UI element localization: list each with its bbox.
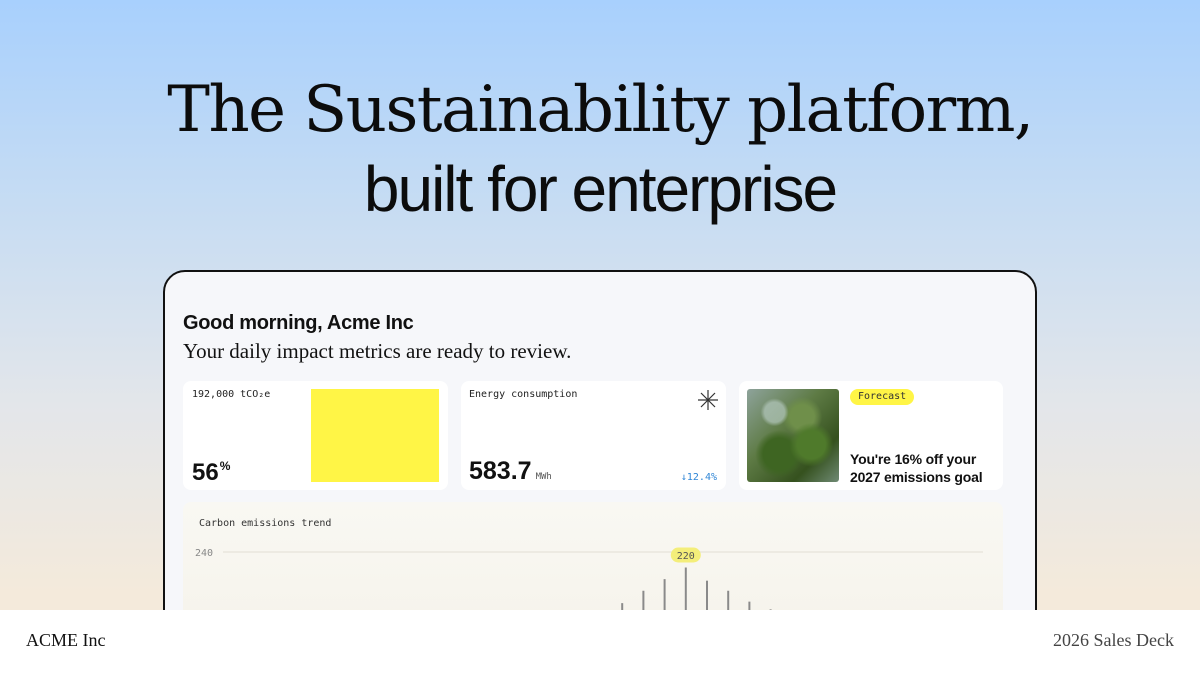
greeting-block: Good morning, Acme Inc Your daily impact…: [183, 312, 571, 364]
energy-delta: ↓12.4%: [680, 472, 717, 483]
greeting-subtitle: Your daily impact metrics are ready to r…: [183, 339, 572, 363]
energy-unit: MWh: [535, 472, 552, 482]
emissions-accent-block: [311, 389, 439, 482]
energy-card[interactable]: Energy consumption 583.7 MWh ↓12.4%: [461, 381, 726, 490]
footer-company: ACME Inc: [26, 630, 106, 650]
footer-bar: ACME Inc 2026 Sales Deck: [0, 610, 1200, 675]
energy-label: Energy consumption: [469, 389, 578, 400]
headline-line-2: built for enterprise: [363, 153, 838, 225]
forecast-tag: Forecast: [850, 389, 915, 405]
sparkle-icon: [697, 389, 719, 415]
footer-deck-title: 2026 Sales Deck: [1053, 630, 1174, 650]
emissions-unit: %: [219, 459, 231, 473]
emissions-card[interactable]: 192,000 tCO₂e 56%: [183, 381, 448, 490]
moss-photo: [747, 389, 839, 482]
emissions-label: 192,000 tCO₂e: [192, 389, 271, 400]
forecast-text: You're 16% off your 2027 emissions goal: [850, 451, 983, 485]
peak-label: 220: [677, 551, 695, 562]
headline: The Sustainability platform, built for e…: [0, 72, 1200, 228]
emissions-value: 56%: [192, 459, 231, 486]
y-tick-label: 240: [195, 548, 213, 559]
energy-value: 583.7 MWh: [469, 457, 552, 485]
greeting-title: Good morning, Acme Inc: [183, 312, 414, 334]
forecast-card[interactable]: Forecast You're 16% off your 2027 emissi…: [739, 381, 1003, 490]
headline-line-1: The Sustainability platform,: [167, 73, 1034, 147]
